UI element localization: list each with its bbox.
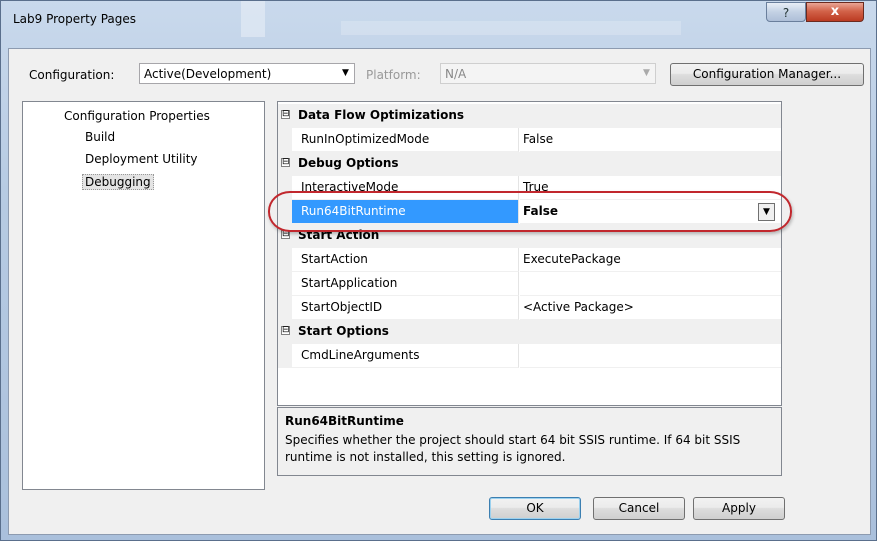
property-row-cmd-line-arguments[interactable]: CmdLineArguments — [278, 344, 781, 368]
configuration-value: Active(Development) — [144, 67, 272, 81]
category-debug-options[interactable]: ⊟ Debug Options — [278, 152, 781, 176]
property-value[interactable]: False — [520, 128, 781, 152]
platform-value: N/A — [445, 67, 467, 81]
configuration-select[interactable]: Active(Development) ▼ — [139, 63, 355, 84]
platform-select: N/A ▼ — [440, 63, 656, 84]
property-name[interactable]: StartAction — [292, 248, 519, 272]
tree-item-debugging[interactable]: Debugging — [82, 174, 154, 190]
collapse-icon[interactable]: ⊟ — [281, 110, 290, 119]
description-text: Specifies whether the project should sta… — [285, 433, 741, 464]
apply-button[interactable]: Apply — [693, 497, 785, 520]
tree-item-build[interactable]: Build — [85, 130, 115, 144]
property-value[interactable] — [520, 272, 781, 296]
configuration-label: Configuration: — [29, 68, 115, 82]
property-row-start-action[interactable]: StartAction ExecutePackage — [278, 248, 781, 272]
title-bar[interactable]: Lab9 Property Pages ? x — [1, 1, 876, 37]
close-button[interactable]: x — [806, 2, 864, 22]
configuration-manager-button[interactable]: Configuration Manager... — [670, 63, 864, 86]
cancel-button[interactable]: Cancel — [593, 497, 685, 520]
property-value[interactable]: ExecutePackage — [520, 248, 781, 272]
window-title: Lab9 Property Pages — [13, 12, 136, 26]
category-label: Start Options — [298, 324, 389, 338]
category-data-flow-optimizations[interactable]: ⊟ Data Flow Optimizations — [278, 104, 781, 128]
help-button[interactable]: ? — [766, 2, 806, 22]
tree-root-configuration-properties[interactable]: Configuration Properties — [64, 109, 210, 123]
property-value[interactable] — [520, 344, 781, 368]
category-label: Debug Options — [298, 156, 399, 170]
configuration-tree[interactable]: Configuration Properties Build Deploymen… — [22, 101, 265, 490]
row-gutter — [278, 128, 292, 152]
row-gutter — [278, 344, 292, 368]
property-name[interactable]: CmdLineArguments — [292, 344, 519, 368]
chevron-down-icon: ▼ — [342, 68, 349, 78]
property-name[interactable]: StartApplication — [292, 272, 519, 296]
tree-item-deployment-utility[interactable]: Deployment Utility — [85, 152, 198, 166]
property-value[interactable]: <Active Package> — [520, 296, 781, 320]
collapse-icon[interactable]: ⊟ — [281, 326, 290, 335]
help-icon: ? — [782, 6, 790, 20]
description-pane: Run64BitRuntime Specifies whether the pr… — [277, 407, 782, 476]
platform-label: Platform: — [366, 68, 421, 82]
property-name[interactable]: RunInOptimizedMode — [292, 128, 519, 152]
property-row-run-in-optimized-mode[interactable]: RunInOptimizedMode False — [278, 128, 781, 152]
highlight-annotation — [268, 191, 792, 232]
property-row-start-application[interactable]: StartApplication — [278, 272, 781, 296]
collapse-icon[interactable]: ⊟ — [281, 158, 290, 167]
property-name[interactable]: StartObjectID — [292, 296, 519, 320]
row-gutter — [278, 248, 292, 272]
row-gutter — [278, 272, 292, 296]
property-grid[interactable]: ⊟ Data Flow Optimizations RunInOptimized… — [277, 101, 782, 406]
row-gutter — [278, 296, 292, 320]
property-row-start-object-id[interactable]: StartObjectID <Active Package> — [278, 296, 781, 320]
category-label: Data Flow Optimizations — [298, 108, 465, 122]
category-start-options[interactable]: ⊟ Start Options — [278, 320, 781, 344]
close-icon: x — [830, 4, 840, 19]
description-title: Run64BitRuntime — [285, 414, 404, 428]
chevron-down-icon: ▼ — [643, 68, 650, 78]
ok-button[interactable]: OK — [489, 497, 581, 520]
